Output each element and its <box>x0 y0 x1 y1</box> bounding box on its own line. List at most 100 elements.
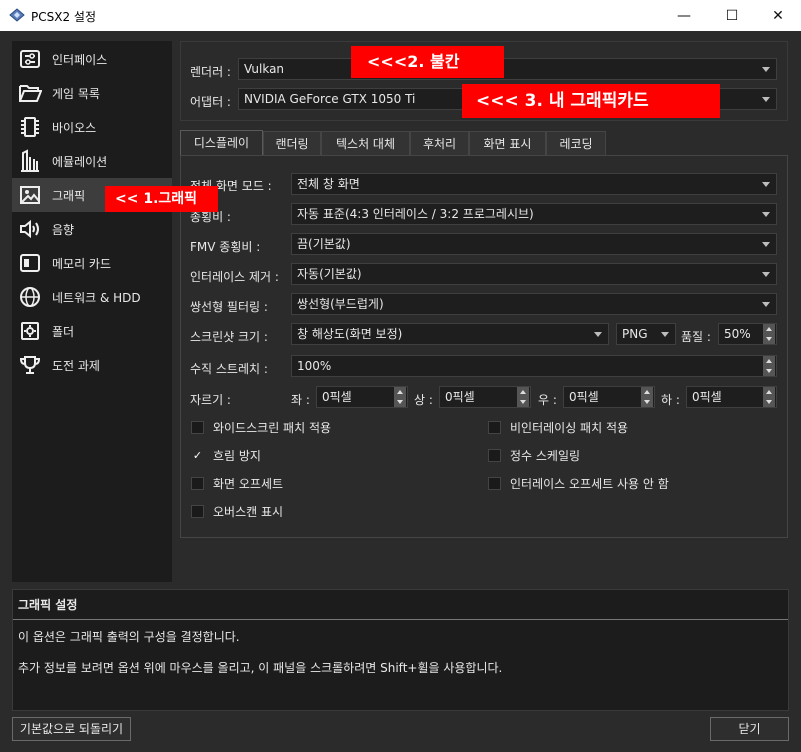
sidebar-item-label: 인터페이스 <box>52 52 108 67</box>
chevron-down-icon <box>762 302 770 307</box>
checkbox-box[interactable] <box>488 449 501 462</box>
crop-top-spinbox[interactable]: 0픽셀 <box>439 386 531 408</box>
window-title: PCSX2 설정 <box>31 10 96 24</box>
renderer-value: Vulkan <box>244 62 285 76</box>
bilinear-filtering-value: 쌍선형(부드럽게) <box>297 297 384 311</box>
sidebar-item-network-hdd[interactable]: 네트워크 & HDD <box>12 280 172 314</box>
checkbox-box[interactable] <box>488 421 501 434</box>
checkmark-icon[interactable]: ✓ <box>191 449 204 462</box>
checkbox-box[interactable] <box>191 505 204 518</box>
checkbox-label: 오버스캔 표시 <box>213 505 284 519</box>
fullscreen-mode-select[interactable]: 전체 창 화면 <box>291 173 777 195</box>
quality-value: 50% <box>724 327 751 341</box>
minimize-icon: — <box>677 7 691 24</box>
aspect-ratio-select[interactable]: 자동 표준(4:3 인터레이스 / 3:2 프로그레시브) <box>291 203 777 225</box>
screenshot-size-select[interactable]: 창 해상도(화면 보정) <box>291 323 609 345</box>
spin-down-icon[interactable] <box>763 334 775 344</box>
tab-label: 랜더링 <box>275 137 309 151</box>
tab-texture-replacement[interactable]: 텍스처 대체 <box>321 131 410 157</box>
globe-icon <box>18 285 42 309</box>
tab-label: 레코딩 <box>559 137 593 151</box>
checkbox-integer-scaling[interactable]: 정수 스케일링 <box>488 447 580 464</box>
deinterlace-label: 인터레이스 제거 : <box>190 270 279 284</box>
fullscreen-mode-value: 전체 창 화면 <box>297 177 360 191</box>
info-title: 그래픽 설정 <box>18 598 78 612</box>
spin-down-icon[interactable] <box>763 366 775 376</box>
checkbox-disable-interlace-offset[interactable]: 인터레이스 오프세트 사용 안 함 <box>488 475 669 492</box>
spin-up-icon[interactable] <box>763 356 775 366</box>
spin-down-icon[interactable] <box>394 397 406 407</box>
spin-down-icon[interactable] <box>763 397 775 407</box>
crop-left-spinbox[interactable]: 0픽셀 <box>316 386 408 408</box>
tab-post-processing[interactable]: 후처리 <box>410 131 469 157</box>
vertical-stretch-spinbox[interactable]: 100% <box>291 355 777 377</box>
sidebar-item-emulation[interactable]: 에뮬레이션 <box>12 144 172 178</box>
checkbox-box[interactable] <box>488 477 501 490</box>
spin-up-icon[interactable] <box>763 324 775 334</box>
checkbox-label: 비인터레이싱 패치 적용 <box>510 421 629 435</box>
crop-bottom-spinbox[interactable]: 0픽셀 <box>686 386 777 408</box>
renderer-select[interactable]: Vulkan <box>238 58 777 80</box>
folder-open-icon <box>18 81 42 105</box>
trophy-icon <box>18 353 42 377</box>
close-icon: ✕ <box>772 7 784 24</box>
sidebar-item-achievements[interactable]: 도전 과제 <box>12 348 172 382</box>
chip-icon <box>18 115 42 139</box>
close-window-button[interactable]: ✕ <box>755 0 801 31</box>
sidebar-item-label: 에뮬레이션 <box>52 154 108 169</box>
chevron-down-icon <box>762 272 770 277</box>
reset-defaults-button[interactable]: 기본값으로 되돌리기 <box>12 717 131 741</box>
checkbox-label: 흐림 방지 <box>213 449 261 463</box>
tab-label: 텍스처 대체 <box>335 137 395 151</box>
sidebar-item-label: 도전 과제 <box>52 358 100 373</box>
checkbox-label: 와이드스크린 패치 적용 <box>213 421 332 435</box>
annotation-graphics: << 1.그래픽 <box>105 186 218 212</box>
maximize-button[interactable]: ☐ <box>709 0 755 31</box>
spin-up-icon[interactable] <box>517 387 529 397</box>
image-icon <box>18 183 42 207</box>
tab-recording[interactable]: 레코딩 <box>546 131 606 157</box>
sidebar-item-memory-card[interactable]: 메모리 카드 <box>12 246 172 280</box>
close-button[interactable]: 닫기 <box>710 717 789 741</box>
checkbox-box[interactable] <box>191 477 204 490</box>
spin-up-icon[interactable] <box>763 387 775 397</box>
bilinear-filtering-select[interactable]: 쌍선형(부드럽게) <box>291 293 777 315</box>
spin-up-icon[interactable] <box>394 387 406 397</box>
crop-right-spinbox[interactable]: 0픽셀 <box>563 386 655 408</box>
screenshot-format-select[interactable]: PNG <box>616 323 676 345</box>
fmv-aspect-label: FMV 종횡비 : <box>190 240 261 254</box>
checkbox-anti-blur[interactable]: ✓ 흐림 방지 <box>191 447 261 464</box>
checkbox-no-interlacing-patches[interactable]: 비인터레이싱 패치 적용 <box>488 419 628 436</box>
tab-rendering[interactable]: 랜더링 <box>263 131 321 157</box>
crop-bottom-label: 하 : <box>661 393 680 407</box>
pcsx2-logo-icon <box>9 8 25 22</box>
sidebar-item-audio[interactable]: 음향 <box>12 212 172 246</box>
spin-down-icon[interactable] <box>517 397 529 407</box>
sidebar-item-bios[interactable]: 바이오스 <box>12 110 172 144</box>
sidebar-item-game-list[interactable]: 게임 목록 <box>12 76 172 110</box>
spin-down-icon[interactable] <box>641 397 653 407</box>
adapter-label: 어댑터 : <box>190 95 231 109</box>
aspect-ratio-value: 자동 표준(4:3 인터레이스 / 3:2 프로그레시브) <box>297 207 534 221</box>
screenshot-size-value: 창 해상도(화면 보정) <box>297 327 403 341</box>
checkbox-screen-offsets[interactable]: 화면 오프세트 <box>191 475 283 492</box>
crop-right-label: 우 : <box>538 393 557 407</box>
minimize-button[interactable]: — <box>661 0 707 31</box>
sidebar-item-folders[interactable]: 폴더 <box>12 314 172 348</box>
checkbox-show-overscan[interactable]: 오버스캔 표시 <box>191 503 283 520</box>
quality-spinbox[interactable]: 50% <box>718 323 777 345</box>
sidebar-item-interface[interactable]: 인터페이스 <box>12 42 172 76</box>
tab-display[interactable]: 디스플레이 <box>180 130 263 157</box>
tab-osd[interactable]: 화면 표시 <box>469 131 546 157</box>
interface-sliders-icon <box>18 47 42 71</box>
speaker-icon <box>18 217 42 241</box>
fmv-aspect-select[interactable]: 끔(기본값) <box>291 233 777 255</box>
annotation-vulkan: <<<2. 불칸 <box>351 46 504 78</box>
settings-folder-icon <box>18 319 42 343</box>
chevron-down-icon <box>661 332 669 337</box>
checkbox-box[interactable] <box>191 421 204 434</box>
checkbox-widescreen-patches[interactable]: 와이드스크린 패치 적용 <box>191 419 331 436</box>
deinterlace-select[interactable]: 자동(기본값) <box>291 263 777 285</box>
spin-up-icon[interactable] <box>641 387 653 397</box>
crop-top-label: 상 : <box>414 393 433 407</box>
